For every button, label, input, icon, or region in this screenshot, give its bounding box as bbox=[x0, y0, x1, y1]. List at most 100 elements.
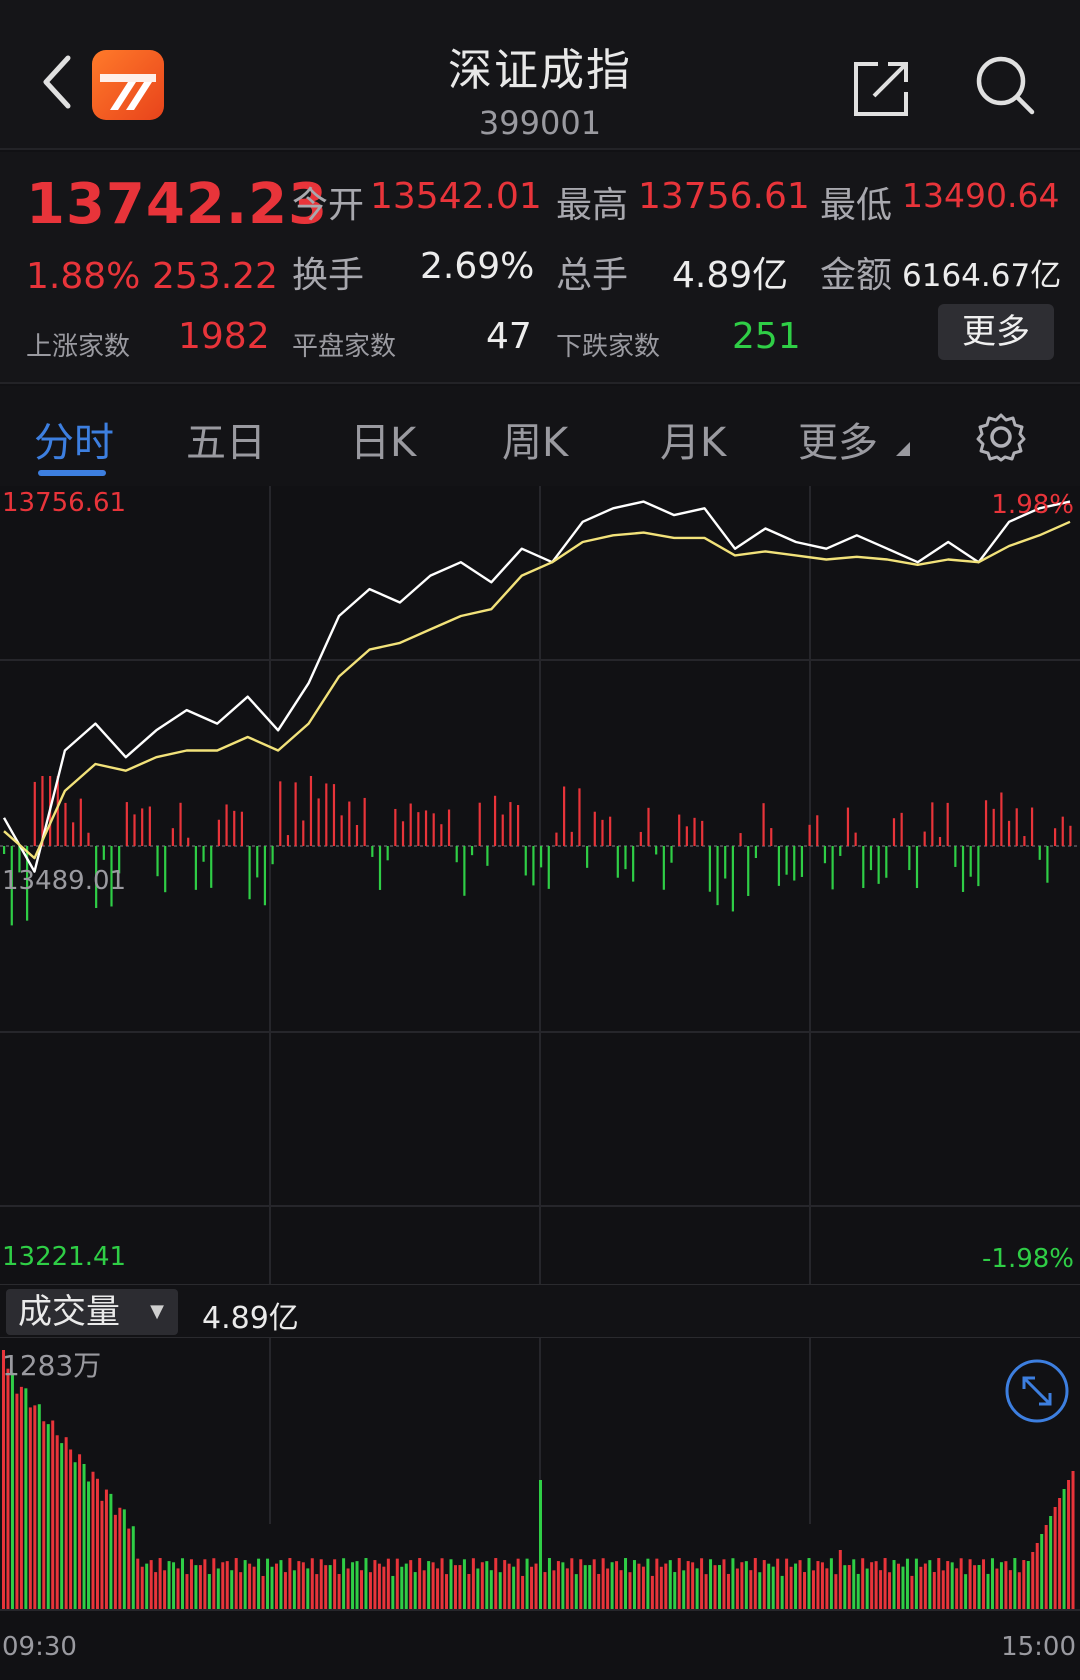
momentum-bar bbox=[340, 815, 343, 846]
volume-total: 4.89亿 bbox=[202, 1301, 299, 1336]
tab-monthly-k[interactable]: 月K bbox=[660, 410, 726, 468]
volume-bar bbox=[552, 1570, 556, 1610]
volume-bar bbox=[588, 1565, 592, 1610]
momentum-bar bbox=[240, 811, 244, 846]
volume-bar bbox=[624, 1558, 628, 1610]
tab-five-day[interactable]: 五日 bbox=[186, 410, 266, 468]
momentum-bar bbox=[516, 805, 520, 846]
volume-bar bbox=[556, 1561, 560, 1610]
volume-bar bbox=[807, 1558, 811, 1610]
volume-bar bbox=[386, 1558, 390, 1610]
volume-bar bbox=[1058, 1498, 1062, 1610]
momentum-bar bbox=[432, 813, 435, 846]
volume-bar bbox=[726, 1573, 730, 1610]
volume-bar bbox=[471, 1558, 475, 1610]
volume-bar bbox=[427, 1561, 431, 1610]
volume-bar bbox=[422, 1570, 426, 1610]
volume-bar bbox=[440, 1558, 444, 1610]
momentum-bar bbox=[141, 808, 144, 846]
momentum-bar bbox=[701, 820, 704, 846]
high-label: 最高 bbox=[556, 185, 629, 226]
momentum-bar bbox=[125, 802, 128, 846]
volume-bar bbox=[154, 1572, 158, 1610]
volume-bar bbox=[843, 1565, 847, 1610]
tab-more[interactable]: 更多 bbox=[798, 410, 878, 468]
volume-bar bbox=[874, 1561, 878, 1610]
volume-bar bbox=[610, 1562, 614, 1610]
momentum-bar bbox=[87, 832, 90, 846]
volume-bar bbox=[740, 1562, 744, 1610]
volume-bar bbox=[445, 1574, 449, 1610]
momentum-bar bbox=[762, 803, 765, 846]
intraday-chart[interactable]: 13756.61 1.98% 13489.01 13221.41 -1.98% … bbox=[0, 486, 1080, 1676]
volume-bar bbox=[109, 1493, 113, 1610]
volume-bar bbox=[122, 1509, 126, 1610]
volume-bar bbox=[315, 1574, 319, 1610]
volume-bar bbox=[181, 1558, 184, 1610]
volume-bar bbox=[959, 1558, 963, 1610]
corner-triangle-icon bbox=[896, 442, 910, 456]
momentum-bar bbox=[248, 846, 251, 900]
volume-bar bbox=[221, 1562, 225, 1610]
volume-bar bbox=[167, 1561, 171, 1610]
momentum-bar bbox=[846, 807, 850, 846]
volume-bar bbox=[547, 1558, 551, 1610]
volume-bar bbox=[561, 1562, 565, 1610]
volume-bar bbox=[279, 1560, 283, 1610]
volume-bar bbox=[113, 1514, 117, 1610]
volume-bar bbox=[632, 1560, 636, 1610]
momentum-bar bbox=[202, 846, 205, 862]
momentum-bar bbox=[325, 783, 328, 846]
down-count-label: 下跌家数 bbox=[556, 332, 661, 362]
expand-icon[interactable] bbox=[1004, 1358, 1070, 1424]
momentum-bar bbox=[693, 817, 696, 846]
volume-bar bbox=[829, 1558, 833, 1610]
volume-bar bbox=[1035, 1543, 1039, 1610]
top-bar: 深证成指 399001 bbox=[0, 0, 1080, 150]
momentum-bar bbox=[470, 846, 474, 856]
share-icon[interactable] bbox=[850, 56, 914, 120]
low-value: 13490.64 bbox=[902, 176, 1060, 215]
volume-bar bbox=[816, 1561, 820, 1610]
volume-bar bbox=[892, 1560, 896, 1610]
momentum-bar bbox=[908, 846, 911, 871]
momentum-bar bbox=[984, 800, 988, 846]
tab-weekly-k[interactable]: 周K bbox=[502, 410, 568, 468]
settings-icon[interactable] bbox=[976, 412, 1026, 462]
momentum-bar bbox=[816, 815, 819, 846]
volume-bar bbox=[762, 1560, 766, 1610]
volume-bar bbox=[879, 1570, 883, 1610]
volume-bar bbox=[391, 1575, 395, 1610]
tab-intraday[interactable]: 分时 bbox=[34, 410, 114, 468]
up-count-label: 上涨家数 bbox=[26, 332, 131, 362]
momentum-bar bbox=[102, 846, 105, 860]
volume-bar bbox=[539, 1480, 542, 1610]
volume-bar bbox=[274, 1563, 278, 1610]
search-icon[interactable] bbox=[972, 52, 1038, 118]
momentum-bar bbox=[992, 808, 995, 846]
indicator-selector[interactable]: 成交量 ▼ bbox=[6, 1289, 178, 1335]
volume-bar bbox=[1049, 1516, 1053, 1610]
momentum-bar bbox=[194, 846, 197, 890]
momentum-bar bbox=[662, 846, 665, 890]
more-button[interactable]: 更多 bbox=[938, 304, 1054, 360]
momentum-bar bbox=[977, 846, 980, 887]
volume-bar bbox=[1040, 1534, 1044, 1610]
volume-bar bbox=[189, 1559, 193, 1610]
volume-bar bbox=[713, 1565, 717, 1610]
volume-bar bbox=[512, 1566, 516, 1610]
momentum-bar bbox=[570, 831, 573, 846]
momentum-bar bbox=[685, 826, 688, 846]
momentum-bar bbox=[624, 846, 627, 870]
volume-bar bbox=[570, 1558, 574, 1610]
momentum-bar bbox=[164, 846, 167, 893]
volume-bar bbox=[883, 1558, 887, 1610]
momentum-bar bbox=[309, 776, 313, 846]
momentum-bar bbox=[3, 846, 6, 854]
volume-bar bbox=[373, 1560, 377, 1610]
tab-daily-k[interactable]: 日K bbox=[350, 410, 416, 468]
down-count: 251 bbox=[732, 316, 801, 357]
momentum-bar bbox=[1015, 808, 1018, 846]
volume-bar bbox=[283, 1572, 287, 1610]
volume-bar bbox=[1013, 1558, 1017, 1610]
